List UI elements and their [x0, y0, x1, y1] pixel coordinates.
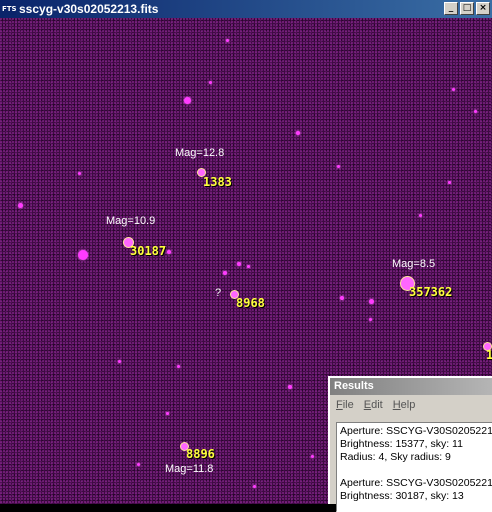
star [452, 88, 455, 91]
results-titlebar[interactable]: Results [330, 378, 492, 395]
star [340, 296, 344, 300]
maximize-button[interactable]: □ [460, 2, 474, 15]
result-line: Radius: 4, Sky radius: 9 [340, 451, 451, 463]
star [226, 39, 229, 42]
result-line: Aperture: SSCYG-V30S0205221 [340, 425, 492, 437]
result-line: Aperture: SSCYG-V30S0205221 [340, 477, 492, 489]
results-menubar: File Edit Help [330, 395, 492, 415]
star [311, 455, 314, 458]
star [167, 250, 171, 254]
minimize-button[interactable]: _ [444, 2, 458, 15]
window-titlebar[interactable]: FTS sscyg-v30s02052213.fits _ □ × [0, 0, 492, 18]
results-text-area[interactable]: Aperture: SSCYG-V30S0205221 Brightness: … [336, 422, 492, 512]
close-button[interactable]: × [476, 2, 490, 15]
magnitude-label: Mag=12.8 [175, 147, 225, 159]
window-title: sscyg-v30s02052213.fits [19, 2, 159, 16]
star [118, 360, 121, 363]
magnitude-label: Mag=11.8 [165, 463, 214, 475]
menu-help[interactable]: Help [393, 395, 416, 415]
results-window[interactable]: Results File Edit Help Aperture: SSCYG-V… [328, 376, 492, 512]
magnitude-label: ? [215, 287, 222, 299]
star [166, 412, 169, 415]
fits-file-icon[interactable]: FTS [2, 3, 17, 15]
brightness-label: 1 [486, 348, 492, 362]
caption-buttons: _ □ × [444, 2, 490, 15]
star [369, 299, 374, 304]
star [369, 318, 372, 321]
star [337, 165, 340, 168]
star [237, 262, 241, 266]
star [247, 265, 250, 268]
brightness-label: 8968 [236, 296, 265, 310]
brightness-label: 1383 [203, 175, 232, 189]
star [209, 81, 212, 84]
star [177, 365, 180, 368]
brightness-label: 30187 [130, 244, 167, 258]
star [18, 203, 23, 208]
star [474, 110, 477, 113]
result-line [340, 464, 492, 477]
menu-edit[interactable]: Edit [364, 395, 383, 415]
result-line: Brightness: 15377, sky: 11 [340, 438, 463, 450]
star [253, 485, 256, 488]
brightness-label: 8896 [186, 447, 215, 461]
menu-file[interactable]: File [336, 395, 354, 415]
star [296, 131, 300, 135]
result-line: Brightness: 30187, sky: 13 [340, 490, 464, 502]
brightness-label: 357362 [409, 285, 453, 299]
star [78, 250, 88, 260]
star [448, 181, 451, 184]
star [137, 463, 140, 466]
star [288, 385, 292, 389]
star [419, 214, 422, 217]
star [184, 97, 191, 104]
magnitude-label: Mag=10.9 [106, 215, 156, 227]
magnitude-label: Mag=8.5 [392, 258, 436, 270]
star [78, 172, 81, 175]
star [223, 271, 227, 275]
